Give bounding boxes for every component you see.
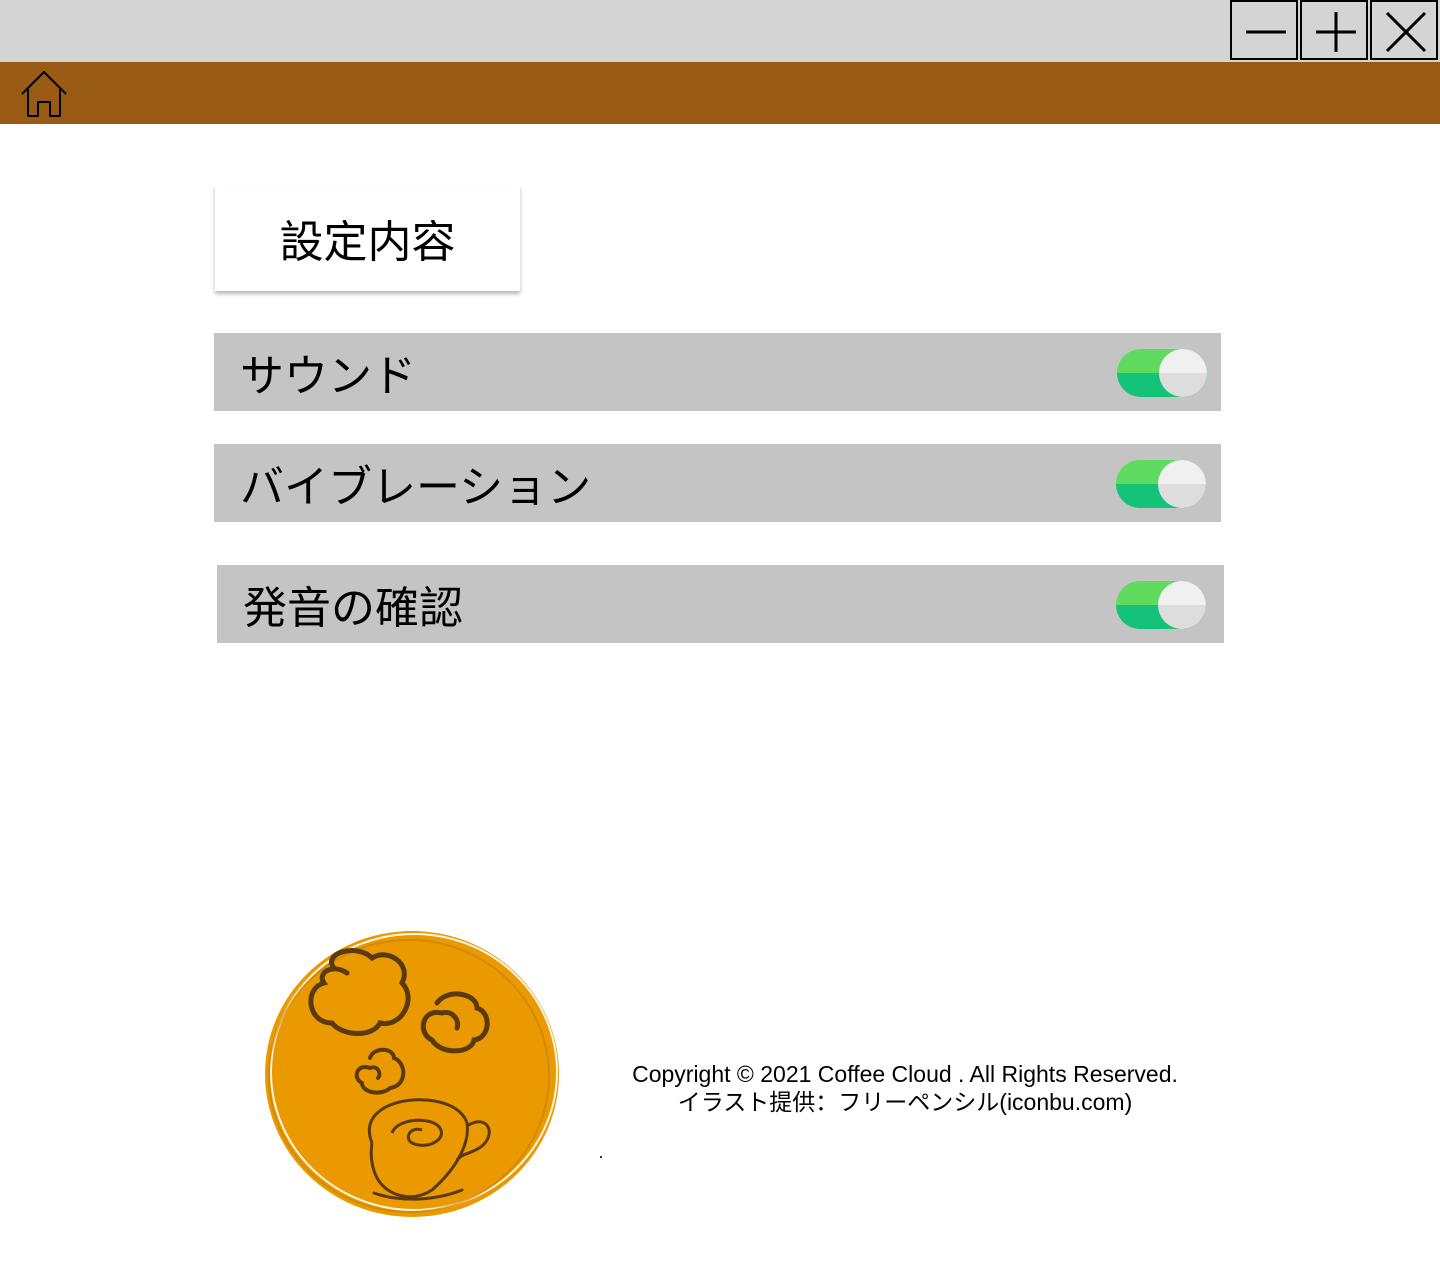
minimize-button[interactable] [1230,0,1298,60]
illustration-credit-text: イラスト提供：フリーペンシル(iconbu.com) [677,1089,1133,1115]
app-header [0,62,1440,124]
plus-icon [1316,12,1356,52]
toggle-knob [1158,581,1206,629]
setting-row-sound: サウンド [214,333,1221,411]
setting-label-sound: サウンド [240,351,416,402]
home-button[interactable] [18,66,70,120]
setting-label-pronunciation-check: 発音の確認 [243,583,463,634]
pronunciation-check-toggle[interactable] [1116,581,1206,629]
setting-row-pronunciation-check: 発音の確認 [217,565,1224,643]
maximize-button[interactable] [1300,0,1368,60]
setting-label-vibration: バイブレーション [240,462,592,513]
setting-row-vibration: バイブレーション [214,444,1221,522]
copyright-text: Copyright © 2021 Coffee Cloud . All Righ… [632,1061,1178,1087]
title-bar [0,0,1440,62]
coffee-cup-logo [262,928,564,1220]
home-icon [21,71,67,117]
vibration-toggle[interactable] [1116,460,1206,508]
toggle-knob [1159,349,1207,397]
footer-credits: Copyright © 2021 Coffee Cloud . All Righ… [560,1060,1250,1116]
stray-dot [600,1156,602,1158]
close-button[interactable] [1370,0,1438,60]
toggle-knob [1158,460,1206,508]
sound-toggle[interactable] [1117,349,1207,397]
minus-icon [1246,30,1286,34]
x-icon [1385,11,1427,53]
settings-title: 設定内容 [215,185,520,291]
